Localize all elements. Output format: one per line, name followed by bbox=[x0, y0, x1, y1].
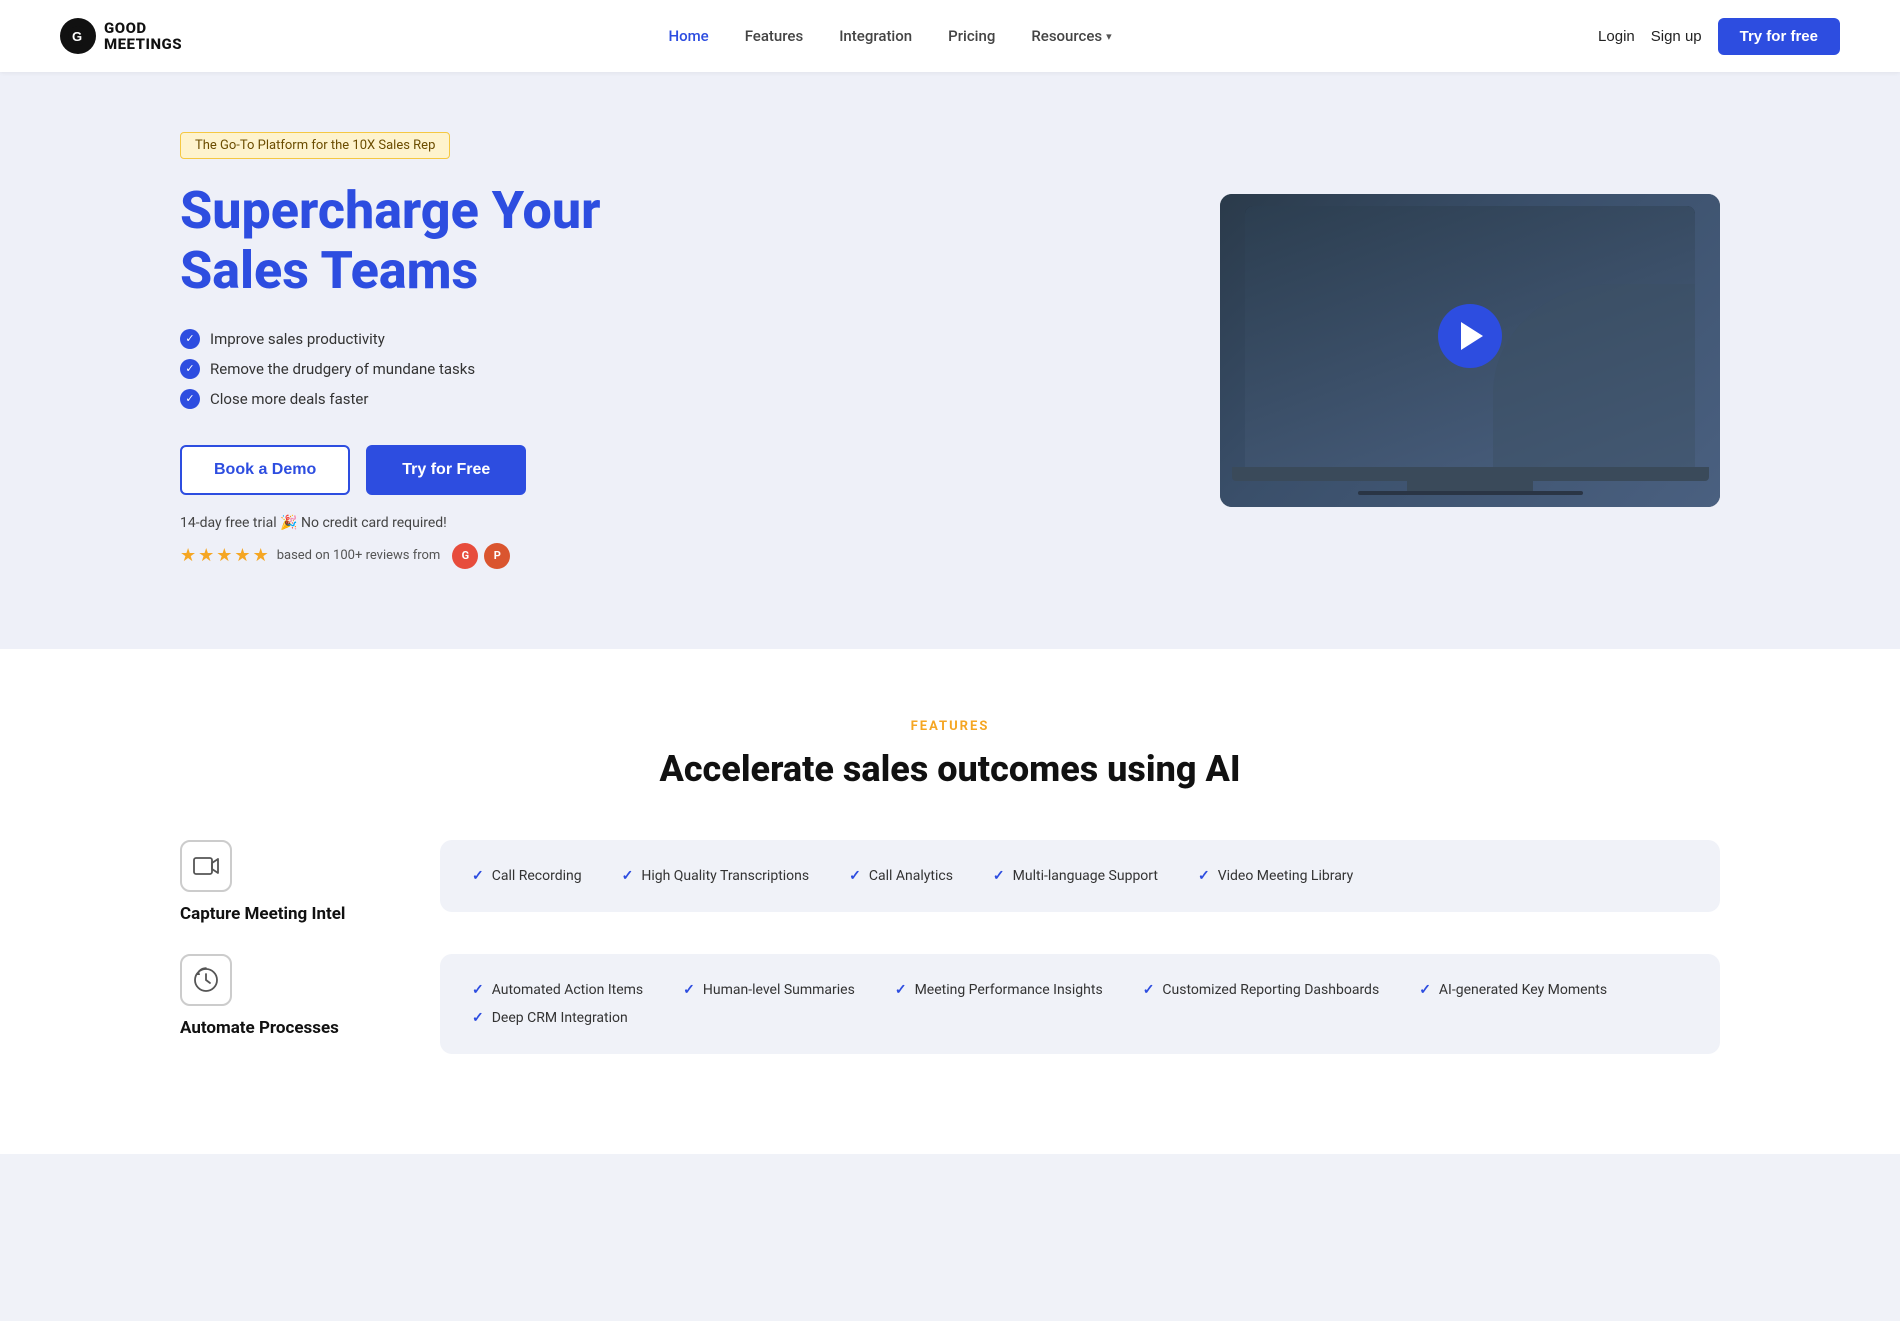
features-label: FEATURES bbox=[180, 719, 1720, 734]
automate-tags: ✓ Automated Action Items ✓ Human-level S… bbox=[472, 982, 1688, 1026]
productHunt-badge: P bbox=[484, 543, 510, 569]
logo-text: GOOD MEETINGS bbox=[104, 20, 182, 53]
automate-card: ✓ Automated Action Items ✓ Human-level S… bbox=[440, 954, 1720, 1054]
nav-home[interactable]: Home bbox=[668, 27, 708, 45]
hero-feature-2: ✓ Remove the drudgery of mundane tasks bbox=[180, 359, 740, 379]
person-silhouette bbox=[1493, 284, 1696, 467]
laptop-screen bbox=[1245, 206, 1695, 467]
check-icon: ✓ bbox=[993, 868, 1005, 884]
try-free-nav-button[interactable]: Try for free bbox=[1718, 18, 1840, 55]
star-5: ★ bbox=[253, 545, 269, 566]
hero-badge: The Go-To Platform for the 10X Sales Rep bbox=[180, 132, 450, 159]
nav-integration[interactable]: Integration bbox=[839, 27, 912, 45]
play-triangle-icon bbox=[1461, 322, 1483, 350]
feature-left-capture: Capture Meeting Intel bbox=[180, 840, 380, 924]
capture-name: Capture Meeting Intel bbox=[180, 904, 380, 924]
review-platforms: G P bbox=[452, 543, 510, 569]
star-rating: ★ ★ ★ ★ ★ bbox=[180, 545, 269, 566]
check-icon: ✓ bbox=[1198, 868, 1210, 884]
automate-tag-3: ✓ Customized Reporting Dashboards bbox=[1143, 982, 1380, 998]
laptop-screen-inner bbox=[1245, 206, 1695, 467]
star-4: ★ bbox=[234, 545, 250, 566]
hero-section: The Go-To Platform for the 10X Sales Rep… bbox=[0, 72, 1900, 649]
book-demo-button[interactable]: Book a Demo bbox=[180, 445, 350, 495]
capture-tag-1: ✓ High Quality Transcriptions bbox=[622, 868, 810, 884]
try-free-hero-button[interactable]: Try for Free bbox=[366, 445, 526, 495]
check-icon: ✓ bbox=[1143, 982, 1155, 998]
logo: G GOOD MEETINGS bbox=[60, 18, 182, 54]
automate-name: Automate Processes bbox=[180, 1018, 380, 1038]
signup-button[interactable]: Sign up bbox=[1651, 28, 1702, 45]
nav-resources[interactable]: Resources ▾ bbox=[1031, 27, 1111, 45]
features-section: FEATURES Accelerate sales outcomes using… bbox=[0, 649, 1900, 1154]
feature-row-automate: Automate Processes ✓ Automated Action It… bbox=[180, 954, 1720, 1054]
check-icon-3: ✓ bbox=[180, 389, 200, 409]
hero-video bbox=[1220, 194, 1720, 507]
check-icon: ✓ bbox=[895, 982, 907, 998]
features-title: Accelerate sales outcomes using AI bbox=[180, 748, 1720, 790]
play-button[interactable] bbox=[1438, 304, 1502, 368]
star-2: ★ bbox=[198, 545, 214, 566]
check-icon: ✓ bbox=[849, 868, 861, 884]
hero-feature-3: ✓ Close more deals faster bbox=[180, 389, 740, 409]
navbar: G GOOD MEETINGS Home Features Integratio… bbox=[0, 0, 1900, 72]
nav-links: Home Features Integration Pricing Resour… bbox=[668, 27, 1111, 45]
trial-text: 14-day free trial 🎉 No credit card requi… bbox=[180, 515, 740, 531]
check-icon: ✓ bbox=[1419, 982, 1431, 998]
star-1: ★ bbox=[180, 545, 196, 566]
automate-tag-2: ✓ Meeting Performance Insights bbox=[895, 982, 1103, 998]
capture-tag-4: ✓ Video Meeting Library bbox=[1198, 868, 1353, 884]
star-3: ★ bbox=[216, 545, 232, 566]
check-icon: ✓ bbox=[622, 868, 634, 884]
hero-buttons: Book a Demo Try for Free bbox=[180, 445, 740, 495]
check-icon: ✓ bbox=[472, 982, 484, 998]
nav-pricing[interactable]: Pricing bbox=[948, 27, 995, 45]
login-button[interactable]: Login bbox=[1598, 28, 1635, 45]
check-icon-2: ✓ bbox=[180, 359, 200, 379]
video-container[interactable] bbox=[1220, 194, 1720, 507]
hero-features-list: ✓ Improve sales productivity ✓ Remove th… bbox=[180, 329, 740, 409]
hero-feature-1: ✓ Improve sales productivity bbox=[180, 329, 740, 349]
feature-row-capture: Capture Meeting Intel ✓ Call Recording ✓… bbox=[180, 840, 1720, 924]
feature-left-automate: Automate Processes bbox=[180, 954, 380, 1038]
g2-badge: G bbox=[452, 543, 478, 569]
capture-tag-2: ✓ Call Analytics bbox=[849, 868, 953, 884]
nav-actions: Login Sign up Try for free bbox=[1598, 18, 1840, 55]
capture-tags: ✓ Call Recording ✓ High Quality Transcri… bbox=[472, 868, 1688, 884]
laptop-base bbox=[1232, 467, 1709, 481]
check-icon: ✓ bbox=[683, 982, 695, 998]
laptop-stand bbox=[1407, 481, 1533, 491]
hero-title-blue: Supercharge bbox=[180, 180, 479, 241]
check-icon-1: ✓ bbox=[180, 329, 200, 349]
capture-tag-3: ✓ Multi-language Support bbox=[993, 868, 1158, 884]
capture-tag-0: ✓ Call Recording bbox=[472, 868, 582, 884]
automate-tag-4: ✓ AI-generated Key Moments bbox=[1419, 982, 1607, 998]
automate-icon bbox=[180, 954, 232, 1006]
automate-tag-5: ✓ Deep CRM Integration bbox=[472, 1010, 628, 1026]
stars-row: ★ ★ ★ ★ ★ based on 100+ reviews from G P bbox=[180, 543, 740, 569]
reviews-text: based on 100+ reviews from bbox=[277, 548, 441, 563]
capture-icon bbox=[180, 840, 232, 892]
automate-tag-1: ✓ Human-level Summaries bbox=[683, 982, 855, 998]
hero-left: The Go-To Platform for the 10X Sales Rep… bbox=[180, 132, 740, 569]
logo-icon: G bbox=[60, 18, 96, 54]
nav-features[interactable]: Features bbox=[745, 27, 803, 45]
laptop-foot bbox=[1358, 491, 1583, 495]
check-icon: ✓ bbox=[472, 868, 484, 884]
check-icon: ✓ bbox=[472, 1010, 484, 1026]
hero-title: Supercharge Your Sales Teams bbox=[180, 181, 740, 301]
capture-card: ✓ Call Recording ✓ High Quality Transcri… bbox=[440, 840, 1720, 912]
automate-tag-0: ✓ Automated Action Items bbox=[472, 982, 643, 998]
laptop-visual bbox=[1245, 206, 1695, 495]
resources-chevron-icon: ▾ bbox=[1106, 30, 1112, 43]
svg-text:G: G bbox=[72, 29, 82, 44]
